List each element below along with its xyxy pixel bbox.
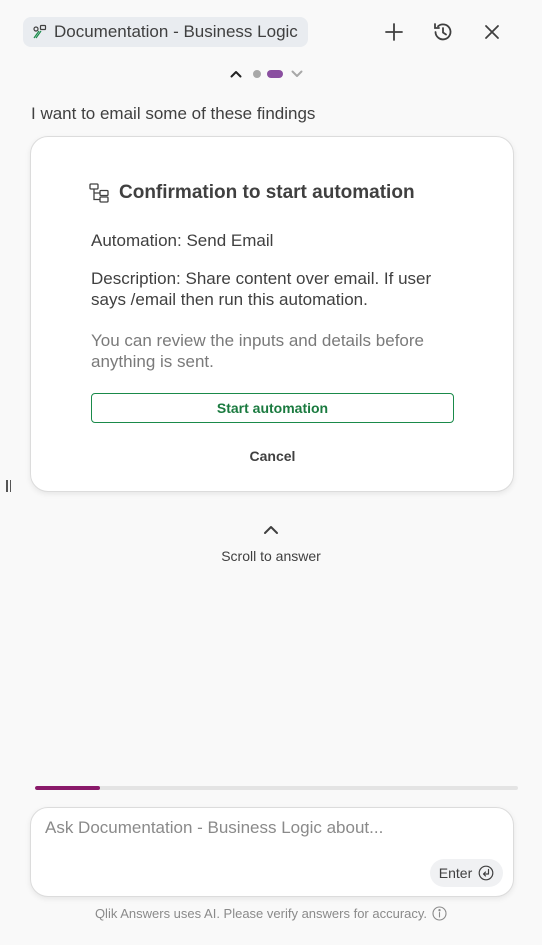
history-button[interactable] — [430, 19, 456, 45]
assistant-panel: Documentation - Business Logic I want to… — [0, 0, 542, 945]
chevron-down-icon — [291, 70, 303, 77]
user-question: I want to email some of these findings — [31, 104, 316, 123]
review-note: You can review the inputs and details be… — [91, 331, 424, 371]
enter-button-label: Enter — [438, 865, 473, 881]
pager-dot-active[interactable] — [267, 70, 283, 78]
card-title: Confirmation to start automation — [89, 182, 415, 204]
assistant-selector[interactable]: Documentation - Business Logic — [23, 17, 308, 47]
question-input-box: Enter — [30, 807, 514, 897]
answer-pager — [228, 66, 305, 82]
close-icon — [485, 25, 499, 39]
pager-dot[interactable] — [253, 70, 261, 78]
enter-icon — [478, 865, 494, 881]
chevron-up-icon — [230, 71, 242, 78]
history-icon — [434, 23, 452, 41]
info-icon[interactable] — [432, 906, 447, 921]
chevron-up-icon — [261, 522, 281, 538]
assistant-name: Documentation - Business Logic — [54, 22, 298, 41]
previous-answer-button[interactable] — [228, 66, 244, 82]
assistant-icon — [33, 24, 47, 39]
automation-name: Automation: Send Email — [91, 231, 274, 250]
automation-description: Description: Share content over email. I… — [91, 269, 432, 309]
card-title-text: Confirmation to start automation — [119, 182, 415, 203]
automation-icon — [89, 183, 109, 203]
new-chat-button[interactable] — [381, 19, 407, 45]
start-automation-button[interactable]: Start automation — [91, 393, 454, 423]
ai-disclaimer-text: Qlik Answers uses AI. Please verify answ… — [94, 906, 428, 921]
panel-resize-handle[interactable] — [6, 480, 12, 494]
automation-confirmation-card: Confirmation to start automation Automat… — [30, 136, 514, 492]
progress-bar-fill — [35, 786, 101, 790]
panel-header: Documentation - Business Logic — [23, 17, 518, 47]
question-input[interactable] — [45, 818, 495, 858]
close-button[interactable] — [479, 19, 505, 45]
progress-bar — [35, 786, 518, 790]
scroll-to-answer-label: Scroll to answer — [221, 548, 321, 564]
ai-disclaimer: Qlik Answers uses AI. Please verify answ… — [0, 906, 542, 921]
plus-icon — [385, 23, 403, 41]
scroll-to-answer-button[interactable]: Scroll to answer — [200, 522, 342, 568]
enter-button[interactable]: Enter — [430, 859, 503, 887]
cancel-button[interactable]: Cancel — [91, 445, 454, 467]
next-answer-button[interactable] — [289, 66, 305, 82]
